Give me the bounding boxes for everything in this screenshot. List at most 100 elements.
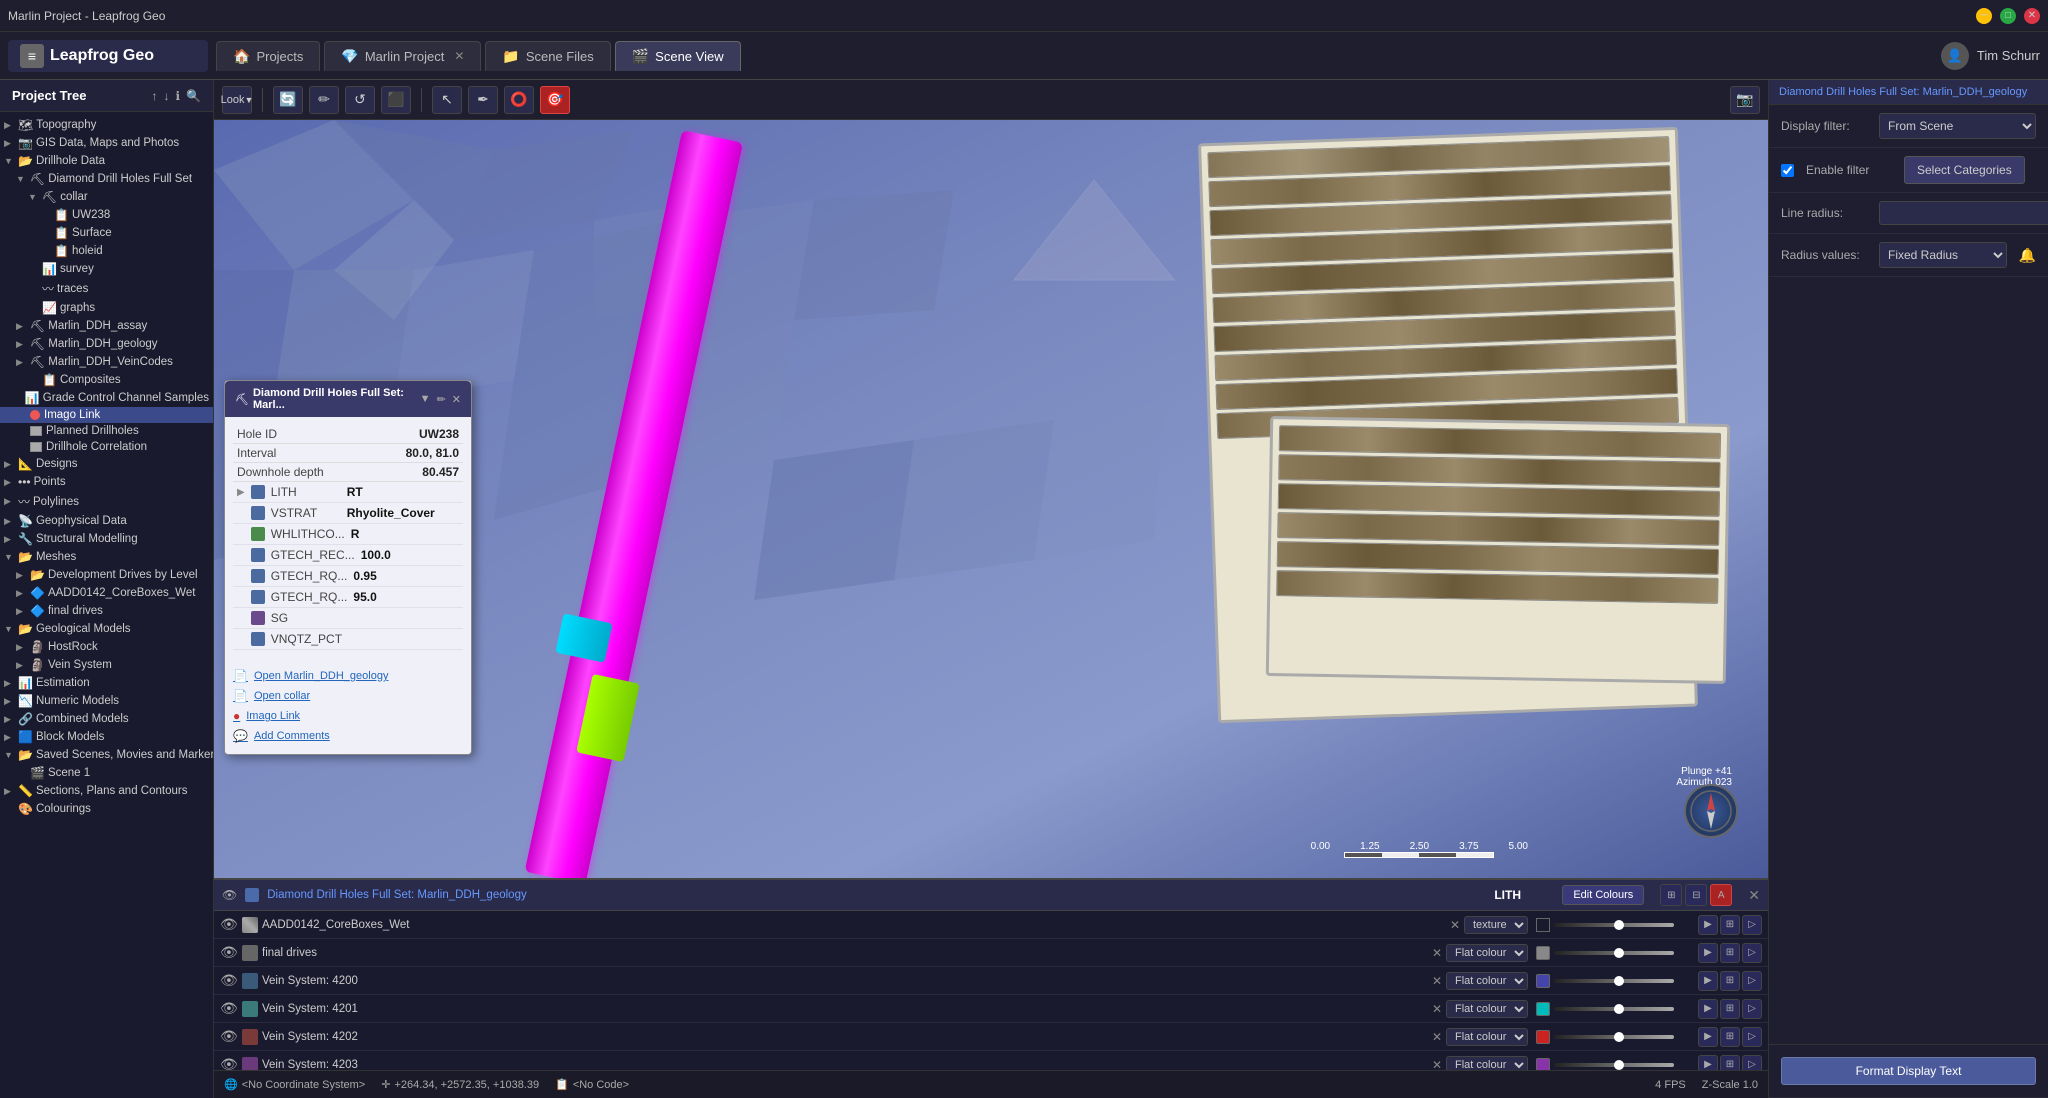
- dropdown-vein-4203[interactable]: Flat colour: [1446, 1056, 1528, 1071]
- slider-track-vein-4200[interactable]: [1554, 979, 1674, 983]
- sidebar-item-marlin-ddh-veincodes[interactable]: ▶ ⛏ Marlin_DDH_VeinCodes: [0, 353, 213, 371]
- slider-thumb-vein-4202[interactable]: [1614, 1032, 1624, 1042]
- popup-link-open-geology[interactable]: 📄 Open Marlin_DDH_geology: [233, 666, 463, 686]
- sidebar-item-meshes[interactable]: ▼ 📂 Meshes: [0, 548, 213, 566]
- sidebar-item-scene1[interactable]: ▶ 🎬 Scene 1: [0, 764, 213, 782]
- slider-thumb-vein-4203[interactable]: [1614, 1060, 1624, 1070]
- btn2-vein-4200[interactable]: ⊞: [1720, 971, 1740, 991]
- close-vein-4200[interactable]: ✕: [1432, 974, 1442, 988]
- btn2-vein-4202[interactable]: ⊞: [1720, 1027, 1740, 1047]
- scene-view[interactable]: ⛏ Diamond Drill Holes Full Set: Marl... …: [214, 120, 1768, 878]
- btn2-final-drives[interactable]: ⊞: [1720, 943, 1740, 963]
- sidebar-item-vein-system[interactable]: ▶ 🗿 Vein System: [0, 656, 213, 674]
- slider-track-vein-4202[interactable]: [1554, 1035, 1674, 1039]
- close-aadd[interactable]: ✕: [1450, 918, 1460, 932]
- sidebar-search-icon[interactable]: 🔍: [186, 89, 201, 103]
- toolbar-look-dropdown[interactable]: Look ▼: [222, 86, 252, 114]
- btn2-vein-4201[interactable]: ⊞: [1720, 999, 1740, 1019]
- sidebar-item-points[interactable]: ▶ ••• Points: [0, 473, 213, 491]
- color-swatch-vein-4203[interactable]: [1536, 1058, 1550, 1071]
- sidebar-item-block-models[interactable]: ▶ 🟦 Block Models: [0, 728, 213, 746]
- sidebar-info-icon[interactable]: ℹ: [175, 89, 180, 103]
- dropdown-vein-4200[interactable]: Flat colour: [1446, 972, 1528, 990]
- eye-vein-4201[interactable]: 👁: [220, 1000, 238, 1017]
- btn1-vein-4201[interactable]: ▶: [1698, 999, 1718, 1019]
- compass-widget[interactable]: [1684, 784, 1738, 838]
- toolbar-camera-btn[interactable]: 📷: [1730, 86, 1760, 114]
- slider-track-aadd[interactable]: [1554, 923, 1674, 927]
- sidebar-item-marlin-ddh-geology[interactable]: ▶ ⛏ Marlin_DDH_geology: [0, 335, 213, 353]
- minimize-button[interactable]: ─: [1976, 8, 1992, 24]
- sidebar-item-traces[interactable]: ▶ 〰 traces: [0, 278, 213, 299]
- btn1-final-drives[interactable]: ▶: [1698, 943, 1718, 963]
- tab-scene-files[interactable]: 📁 Scene Files: [485, 41, 610, 71]
- btn2-vein-4203[interactable]: ⊞: [1720, 1055, 1740, 1071]
- sidebar-up-icon[interactable]: ↑: [151, 89, 157, 103]
- close-vein-4202[interactable]: ✕: [1432, 1030, 1442, 1044]
- sidebar-item-collar[interactable]: ▼ ⛏ collar: [0, 188, 213, 206]
- eye-vein-4202[interactable]: 👁: [220, 1028, 238, 1045]
- sidebar-item-graphs[interactable]: ▶ 📈 graphs: [0, 299, 213, 317]
- close-vein-4201[interactable]: ✕: [1432, 1002, 1442, 1016]
- slider-track-final-drives[interactable]: [1554, 951, 1674, 955]
- color-swatch-vein-4201[interactable]: [1536, 1002, 1550, 1016]
- radius-values-select[interactable]: Fixed Radius: [1879, 242, 2007, 268]
- sidebar-item-colourings[interactable]: ▶ 🎨 Colourings: [0, 800, 213, 818]
- sidebar-item-marlin-ddh-assay[interactable]: ▶ ⛏ Marlin_DDH_assay: [0, 317, 213, 335]
- btn2-aadd[interactable]: ⊞: [1720, 915, 1740, 935]
- sidebar-item-drillhole-correlation[interactable]: ▶ Drillhole Correlation: [0, 439, 213, 455]
- sidebar-item-drillhole-data[interactable]: ▼ 📂 Drillhole Data: [0, 152, 213, 170]
- tab-marlin[interactable]: 💎 Marlin Project ✕: [324, 41, 481, 71]
- sidebar-item-geological-models[interactable]: ▼ 📂 Geological Models: [0, 620, 213, 638]
- btn3-aadd[interactable]: ▷: [1742, 915, 1762, 935]
- sidebar-item-hostrock[interactable]: ▶ 🗿 HostRock: [0, 638, 213, 656]
- tab-scene-view[interactable]: 🎬 Scene View: [615, 41, 741, 71]
- toolbar-select-btn[interactable]: ✏: [309, 86, 339, 114]
- toolbar-target-btn[interactable]: 🎯: [540, 86, 570, 114]
- slider-thumb-vein-4200[interactable]: [1614, 976, 1624, 986]
- sidebar-item-topography[interactable]: ▶ 🗺 Topography: [0, 116, 213, 134]
- btn1-vein-4202[interactable]: ▶: [1698, 1027, 1718, 1047]
- sidebar-item-uw238[interactable]: ▶ 📋 UW238: [0, 206, 213, 224]
- toolbar-rotate-btn[interactable]: 🔄: [273, 86, 303, 114]
- sidebar-item-final-drives[interactable]: ▶ 🔷 final drives: [0, 602, 213, 620]
- sidebar-down-icon[interactable]: ↓: [163, 89, 169, 103]
- toolbar-pen-btn[interactable]: ✒: [468, 86, 498, 114]
- btn1-vein-4203[interactable]: ▶: [1698, 1055, 1718, 1071]
- sidebar-item-planned-drillholes[interactable]: ▶ Planned Drillholes: [0, 423, 213, 439]
- sidebar-item-dev-drives[interactable]: ▶ 📂 Development Drives by Level: [0, 566, 213, 584]
- dropdown-aadd[interactable]: texture: [1464, 916, 1528, 934]
- header-btn-1[interactable]: ⊞: [1660, 884, 1682, 906]
- dropdown-final-drives[interactable]: Flat colour: [1446, 944, 1528, 962]
- slider-thumb-final-drives[interactable]: [1614, 948, 1624, 958]
- sidebar-item-holeid[interactable]: ▶ 📋 holeid: [0, 242, 213, 260]
- btn3-vein-4203[interactable]: ▷: [1742, 1055, 1762, 1071]
- sidebar-item-surface[interactable]: ▶ 📋 Surface: [0, 224, 213, 242]
- popup-filter-icon[interactable]: ▼: [420, 393, 431, 406]
- color-swatch-vein-4200[interactable]: [1536, 974, 1550, 988]
- btn3-final-drives[interactable]: ▷: [1742, 943, 1762, 963]
- btn3-vein-4200[interactable]: ▷: [1742, 971, 1762, 991]
- close-vein-4203[interactable]: ✕: [1432, 1058, 1442, 1071]
- sidebar-item-estimation[interactable]: ▶ 📊 Estimation: [0, 674, 213, 692]
- btn1-vein-4200[interactable]: ▶: [1698, 971, 1718, 991]
- sidebar-item-saved-scenes[interactable]: ▼ 📂 Saved Scenes, Movies and Markers: [0, 746, 213, 764]
- toolbar-refresh-btn[interactable]: ↺: [345, 86, 375, 114]
- dropdown-vein-4202[interactable]: Flat colour: [1446, 1028, 1528, 1046]
- sidebar-item-imago-link[interactable]: ▶ Imago Link: [0, 407, 213, 423]
- eye-vein-4200[interactable]: 👁: [220, 972, 238, 989]
- toolbar-crop-btn[interactable]: ⬛: [381, 86, 411, 114]
- header-btn-2[interactable]: ⊟: [1685, 884, 1707, 906]
- sidebar-item-combined-models[interactable]: ▶ 🔗 Combined Models: [0, 710, 213, 728]
- sidebar-item-structural[interactable]: ▶ 🔧 Structural Modelling: [0, 530, 213, 548]
- btn3-vein-4201[interactable]: ▷: [1742, 999, 1762, 1019]
- edit-colours-button[interactable]: Edit Colours: [1562, 885, 1644, 905]
- line-radius-input[interactable]: 0.60: [1879, 201, 2048, 225]
- format-display-text-button[interactable]: Format Display Text: [1781, 1057, 2036, 1085]
- sidebar-item-grade-control[interactable]: ▶ 📊 Grade Control Channel Samples: [0, 389, 213, 407]
- sidebar-item-survey[interactable]: ▶ 📊 survey: [0, 260, 213, 278]
- btn3-vein-4202[interactable]: ▷: [1742, 1027, 1762, 1047]
- eye-vein-4203[interactable]: 👁: [220, 1056, 238, 1070]
- color-swatch-vein-4202[interactable]: [1536, 1030, 1550, 1044]
- popup-link-imago[interactable]: ● Imago Link: [233, 706, 463, 726]
